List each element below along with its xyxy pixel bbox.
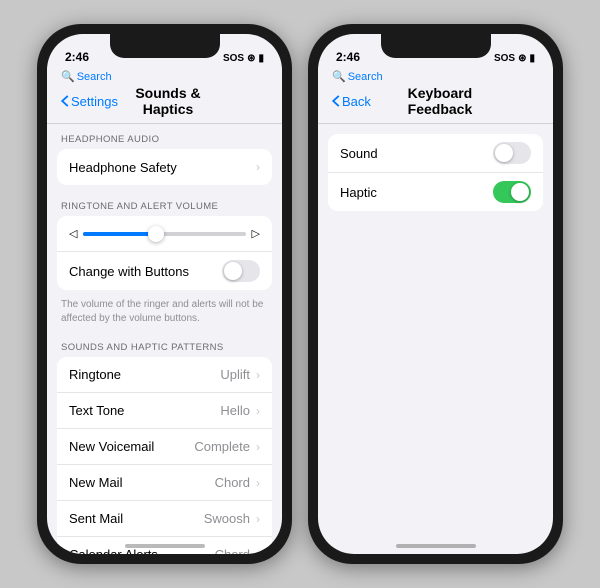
text-tone-item[interactable]: Text Tone Hello › bbox=[57, 393, 272, 429]
wifi-left: ⊛ bbox=[247, 53, 255, 64]
calendar-alerts-value: Chord bbox=[215, 547, 250, 554]
signal-right: SOS bbox=[494, 53, 515, 64]
list-keyboard-feedback: Sound Haptic bbox=[328, 134, 543, 211]
new-voicemail-chevron: › bbox=[256, 440, 260, 454]
phone-right: 2:46 SOS ⊛ ▮ 🔍 Search Back Keyboard Feed… bbox=[308, 24, 563, 564]
calendar-alerts-chevron: › bbox=[256, 548, 260, 555]
text-tone-chevron: › bbox=[256, 404, 260, 418]
calendar-alerts-label: Calendar Alerts bbox=[69, 547, 215, 554]
home-bar-right bbox=[396, 544, 476, 548]
sound-toggle-thumb bbox=[495, 144, 513, 162]
new-voicemail-item[interactable]: New Voicemail Complete › bbox=[57, 429, 272, 465]
sent-mail-chevron: › bbox=[256, 512, 260, 526]
ringtone-label: Ringtone bbox=[69, 367, 220, 382]
nav-bar-left: 🔍 Search Settings Sounds & Haptics bbox=[47, 68, 282, 124]
new-mail-label: New Mail bbox=[69, 475, 215, 490]
search-label-right[interactable]: 🔍 Search bbox=[332, 70, 539, 83]
sent-mail-label: Sent Mail bbox=[69, 511, 204, 526]
nav-bar-right: 🔍 Search Back Keyboard Feedback bbox=[318, 68, 553, 124]
status-icons-right: SOS ⊛ ▮ bbox=[494, 53, 535, 64]
page-title-left: Sounds & Haptics bbox=[124, 85, 212, 117]
list-headphone: Headphone Safety › bbox=[57, 149, 272, 185]
time-left: 2:46 bbox=[65, 50, 89, 64]
haptic-label: Haptic bbox=[340, 185, 493, 200]
list-sounds: Ringtone Uplift › Text Tone Hello › New … bbox=[57, 357, 272, 554]
section-header-volume: RINGTONE AND ALERT VOLUME bbox=[47, 191, 282, 216]
battery-left: ▮ bbox=[258, 53, 264, 64]
headphone-safety-chevron: › bbox=[256, 160, 260, 174]
ringtone-item[interactable]: Ringtone Uplift › bbox=[57, 357, 272, 393]
page-title-right: Keyboard Feedback bbox=[377, 85, 503, 117]
new-mail-item[interactable]: New Mail Chord › bbox=[57, 465, 272, 501]
sent-mail-item[interactable]: Sent Mail Swoosh › bbox=[57, 501, 272, 537]
ringtone-value: Uplift bbox=[220, 367, 250, 382]
new-voicemail-label: New Voicemail bbox=[69, 439, 194, 454]
haptic-item[interactable]: Haptic bbox=[328, 173, 543, 211]
new-voicemail-value: Complete bbox=[194, 439, 250, 454]
time-right: 2:46 bbox=[336, 50, 360, 64]
volume-track[interactable] bbox=[83, 232, 245, 236]
ringtone-chevron: › bbox=[256, 368, 260, 382]
text-tone-label: Text Tone bbox=[69, 403, 220, 418]
haptic-toggle[interactable] bbox=[493, 181, 531, 203]
volume-slider-item[interactable]: ◁ ▷ bbox=[57, 216, 272, 252]
haptic-toggle-thumb bbox=[511, 183, 529, 201]
sent-mail-value: Swoosh bbox=[204, 511, 250, 526]
notch bbox=[110, 34, 220, 58]
wifi-right: ⊛ bbox=[518, 53, 526, 64]
volume-note: The volume of the ringer and alerts will… bbox=[47, 296, 282, 332]
change-buttons-toggle[interactable] bbox=[222, 260, 260, 282]
signal-left: SOS bbox=[223, 53, 244, 64]
status-icons-left: SOS ⊛ ▮ bbox=[223, 53, 264, 64]
search-label-left[interactable]: 🔍 Search bbox=[61, 70, 268, 83]
section-header-headphone: HEADPHONE AUDIO bbox=[47, 124, 282, 149]
scroll-left[interactable]: HEADPHONE AUDIO Headphone Safety › RINGT… bbox=[47, 124, 282, 554]
back-button-left[interactable]: Settings bbox=[61, 94, 118, 109]
phone-left: 2:46 SOS ⊛ ▮ 🔍 Search Settings Sounds & … bbox=[37, 24, 292, 564]
new-mail-chevron: › bbox=[256, 476, 260, 490]
scroll-right: Sound Haptic bbox=[318, 124, 553, 554]
section-header-sounds: SOUNDS AND HAPTIC PATTERNS bbox=[47, 332, 282, 357]
vol-high-icon: ▷ bbox=[252, 227, 260, 240]
sound-label: Sound bbox=[340, 146, 493, 161]
slider-thumb[interactable] bbox=[148, 226, 164, 242]
toggle-thumb bbox=[224, 262, 242, 280]
text-tone-value: Hello bbox=[220, 403, 250, 418]
headphone-safety-label: Headphone Safety bbox=[69, 160, 254, 175]
search-icon-right: 🔍 bbox=[332, 70, 346, 83]
change-with-buttons-item[interactable]: Change with Buttons bbox=[57, 252, 272, 290]
headphone-safety-item[interactable]: Headphone Safety › bbox=[57, 149, 272, 185]
battery-right: ▮ bbox=[529, 53, 535, 64]
search-icon-left: 🔍 bbox=[61, 70, 75, 83]
sound-item[interactable]: Sound bbox=[328, 134, 543, 173]
change-with-buttons-label: Change with Buttons bbox=[69, 264, 222, 279]
list-volume: ◁ ▷ Change with Buttons bbox=[57, 216, 272, 290]
sound-toggle[interactable] bbox=[493, 142, 531, 164]
home-bar-left bbox=[125, 544, 205, 548]
slider-fill bbox=[83, 232, 156, 236]
back-button-right[interactable]: Back bbox=[332, 94, 371, 109]
notch-right bbox=[381, 34, 491, 58]
new-mail-value: Chord bbox=[215, 475, 250, 490]
vol-low-icon: ◁ bbox=[69, 227, 77, 240]
